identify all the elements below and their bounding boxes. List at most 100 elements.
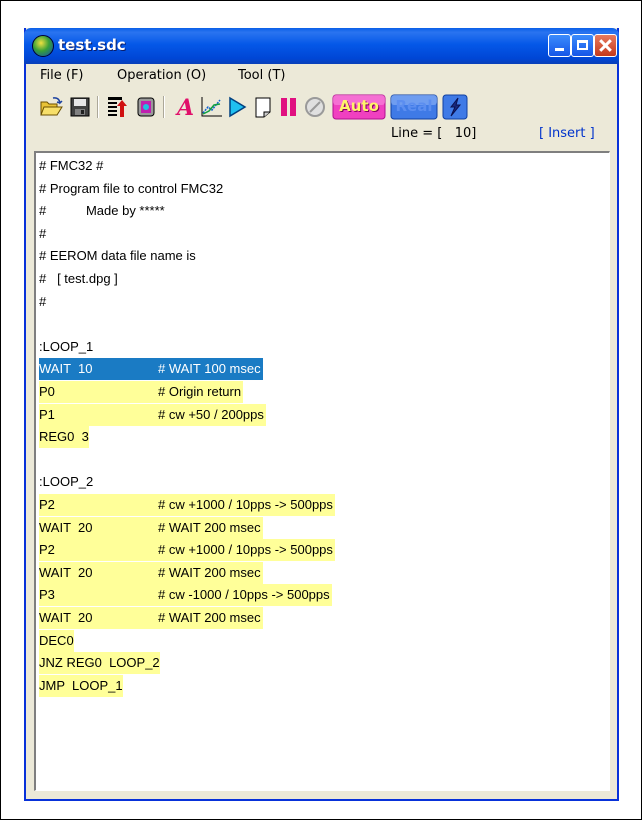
code-editor[interactable]: # FMC32 # # Program file to control FMC32… (34, 151, 610, 791)
code-line[interactable]: WAIT 20 # WAIT 200 msec (39, 561, 263, 584)
code-text: JNZ REG0 LOOP_2 (39, 655, 160, 671)
code-line[interactable]: :LOOP_1 (39, 336, 93, 358)
svg-text:A: A (175, 95, 194, 120)
code-line[interactable]: WAIT 20 # WAIT 200 msec (39, 607, 263, 629)
code-comment: # cw +50 / 200pps (158, 406, 264, 422)
code-comment: # cw +1000 / 10pps -> 500pps (158, 542, 333, 558)
code-line[interactable]: # [ test.dpg ] (39, 268, 118, 290)
code-line[interactable]: # Made by ***** (39, 200, 165, 222)
code-text: WAIT 20 (39, 564, 93, 580)
auto-button[interactable]: Auto (332, 94, 386, 120)
code-line[interactable]: P2 # cw +1000 / 10pps -> 500pps (39, 539, 335, 562)
real-button[interactable]: Real (390, 94, 438, 120)
save-button[interactable] (67, 94, 93, 120)
minimize-button[interactable] (548, 34, 571, 57)
step-button[interactable] (250, 94, 276, 120)
app-window: test.sdc File (F) Operation (O) Tool (T) (24, 28, 619, 801)
play-icon (229, 96, 247, 118)
code-line[interactable]: :LOOP_2 (39, 471, 93, 493)
close-button[interactable] (594, 34, 617, 57)
menu-tool[interactable]: Tool (T) (238, 68, 285, 83)
insert-mode-indicator: [ Insert ] (539, 126, 595, 141)
code-line[interactable]: REG0 3 (39, 426, 89, 449)
code-comment: # WAIT 100 msec (158, 361, 261, 377)
code-text: # [ test.dpg ] (39, 271, 118, 286)
code-text: WAIT 20 (39, 519, 93, 535)
font-a-icon: A (175, 95, 194, 121)
stop-button[interactable] (302, 94, 328, 120)
code-text: WAIT 10 (39, 361, 93, 377)
code-text: # Program file to control FMC32 (39, 180, 224, 196)
code-text: :LOOP_2 (39, 474, 94, 490)
code-comment: # Origin return (158, 384, 242, 399)
menu-operation[interactable]: Operation (O) (117, 68, 206, 83)
code-comment: # cw +1000 / 10pps -> 500pps (158, 497, 333, 512)
code-text: P2 (39, 497, 55, 512)
code-line-selected[interactable]: WAIT 10 # WAIT 100 msec (39, 358, 263, 381)
window-title: test.sdc (58, 36, 126, 54)
code-line[interactable]: # EEROM data file name is (39, 245, 196, 267)
open-button[interactable] (38, 94, 64, 120)
code-text: DEC0 (39, 632, 74, 648)
line-number-indicator: Line = [ 10] (391, 126, 477, 141)
maximize-button[interactable] (571, 34, 594, 57)
code-text: P3 (39, 587, 55, 603)
upload-button[interactable] (104, 94, 130, 120)
code-text: JMP LOOP_1 (39, 677, 123, 693)
toolbar-separator (163, 96, 165, 118)
minimize-icon (555, 48, 564, 51)
status-bar: Line = [ 10] [ Insert ] (26, 124, 617, 146)
code-comment: # WAIT 200 msec (158, 564, 261, 580)
code-text: # FMC32 # (39, 158, 104, 173)
code-comment: # WAIT 200 msec (158, 610, 261, 625)
real-label: Real (395, 97, 433, 115)
maximize-icon (577, 40, 588, 50)
toolbar-separator (97, 96, 99, 118)
code-text: P1 (39, 406, 55, 422)
menu-file[interactable]: File (F) (40, 68, 84, 83)
code-line[interactable]: DEC0 (39, 629, 74, 652)
pause-button[interactable] (276, 94, 302, 120)
stop-icon (305, 97, 325, 117)
app-icon[interactable] (32, 35, 54, 57)
code-text: P0 (39, 384, 55, 399)
graph-icon (201, 97, 222, 117)
database-icon (137, 97, 155, 117)
power-button[interactable] (442, 94, 468, 120)
auto-label: Auto (339, 97, 379, 115)
title-bar[interactable]: test.sdc (24, 28, 619, 64)
code-line[interactable]: # (39, 223, 46, 245)
save-disk-icon (70, 97, 90, 117)
lightning-icon (442, 94, 468, 120)
code-line[interactable]: # (39, 291, 46, 313)
code-line[interactable]: # Program file to control FMC32 (39, 178, 223, 200)
open-folder-icon (40, 97, 63, 116)
step-icon (255, 97, 271, 118)
code-text: WAIT 20 (39, 610, 93, 625)
code-text: P2 (39, 542, 55, 558)
pause-icon (281, 98, 296, 116)
code-line[interactable]: WAIT 20 # WAIT 200 msec (39, 516, 263, 539)
code-line[interactable]: JNZ REG0 LOOP_2 (39, 652, 160, 675)
code-line[interactable]: P1 # cw +50 / 200pps (39, 403, 266, 426)
menu-bar: File (F) Operation (O) Tool (T) (26, 64, 617, 88)
code-text: REG0 3 (39, 429, 89, 445)
font-button[interactable]: A (172, 94, 198, 121)
code-line[interactable]: P3 # cw -1000 / 10pps -> 500pps (39, 584, 332, 607)
graph-button[interactable] (198, 94, 224, 120)
code-comment: # cw -1000 / 10pps -> 500pps (158, 587, 330, 603)
upload-icon (108, 97, 127, 117)
close-icon (595, 35, 616, 56)
code-text: # EEROM data file name is (39, 248, 196, 264)
code-line[interactable]: # FMC32 # (39, 155, 103, 177)
code-text: # (39, 293, 47, 309)
code-line[interactable]: JMP LOOP_1 (39, 674, 123, 697)
data-button[interactable] (133, 94, 159, 120)
code-text: # (39, 225, 47, 241)
code-line[interactable]: P2 # cw +1000 / 10pps -> 500pps (39, 494, 335, 516)
code-text: # Made by ***** (39, 203, 165, 219)
code-comment: # WAIT 200 msec (158, 519, 261, 535)
run-button[interactable] (224, 94, 250, 120)
code-line[interactable]: P0 # Origin return (39, 381, 243, 403)
toolbar: A Auto Real (26, 90, 617, 124)
